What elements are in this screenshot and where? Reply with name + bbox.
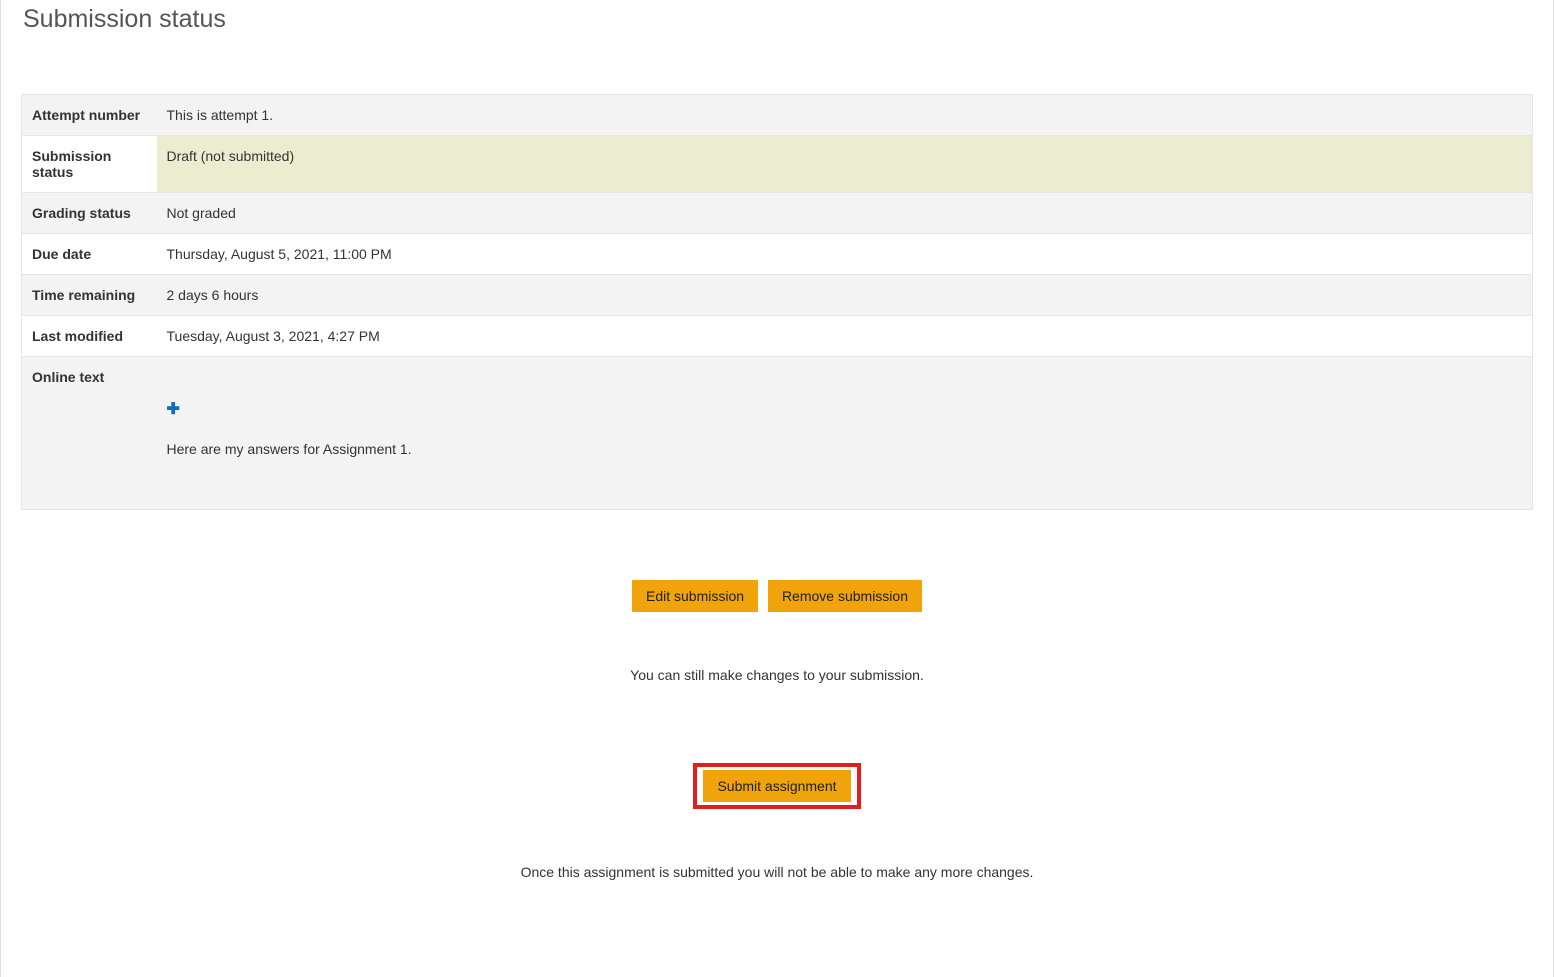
once-submitted-message: Once this assignment is submitted you wi… (21, 864, 1533, 880)
submit-assignment-button[interactable]: Submit assignment (703, 770, 850, 802)
row-attempt-number: Attempt number This is attempt 1. (22, 95, 1533, 136)
submission-status-page: Submission status Attempt number This is… (0, 0, 1554, 977)
row-submission-status: Submission status Draft (not submitted) (22, 136, 1533, 193)
value-last-modified: Tuesday, August 3, 2021, 4:27 PM (157, 316, 1533, 357)
value-grading-status: Not graded (157, 193, 1533, 234)
row-grading-status: Grading status Not graded (22, 193, 1533, 234)
row-time-remaining: Time remaining 2 days 6 hours (22, 275, 1533, 316)
page-title: Submission status (21, 5, 1533, 34)
label-time-remaining: Time remaining (22, 275, 157, 316)
value-due-date: Thursday, August 5, 2021, 11:00 PM (157, 234, 1533, 275)
label-attempt-number: Attempt number (22, 95, 157, 136)
submit-highlight-box: Submit assignment (693, 763, 860, 809)
value-time-remaining: 2 days 6 hours (157, 275, 1533, 316)
submit-button-row: Submit assignment (21, 763, 1533, 809)
label-due-date: Due date (22, 234, 157, 275)
edit-remove-button-row: Edit submission Remove submission (21, 580, 1533, 612)
label-submission-status: Submission status (22, 136, 157, 193)
value-online-text: ✚ Here are my answers for Assignment 1. (157, 357, 1533, 510)
online-text-answer: Here are my answers for Assignment 1. (167, 441, 1523, 457)
value-submission-status: Draft (not submitted) (157, 136, 1533, 193)
value-attempt-number: This is attempt 1. (157, 95, 1533, 136)
can-change-message: You can still make changes to your submi… (21, 667, 1533, 683)
edit-submission-button[interactable]: Edit submission (632, 580, 758, 612)
row-last-modified: Last modified Tuesday, August 3, 2021, 4… (22, 316, 1533, 357)
row-online-text: Online text ✚ Here are my answers for As… (22, 357, 1533, 510)
label-grading-status: Grading status (22, 193, 157, 234)
label-last-modified: Last modified (22, 316, 157, 357)
label-online-text: Online text (22, 357, 157, 510)
remove-submission-button[interactable]: Remove submission (768, 580, 922, 612)
row-due-date: Due date Thursday, August 5, 2021, 11:00… (22, 234, 1533, 275)
expand-plus-icon[interactable]: ✚ (167, 399, 180, 419)
submission-status-table: Attempt number This is attempt 1. Submis… (21, 94, 1533, 510)
